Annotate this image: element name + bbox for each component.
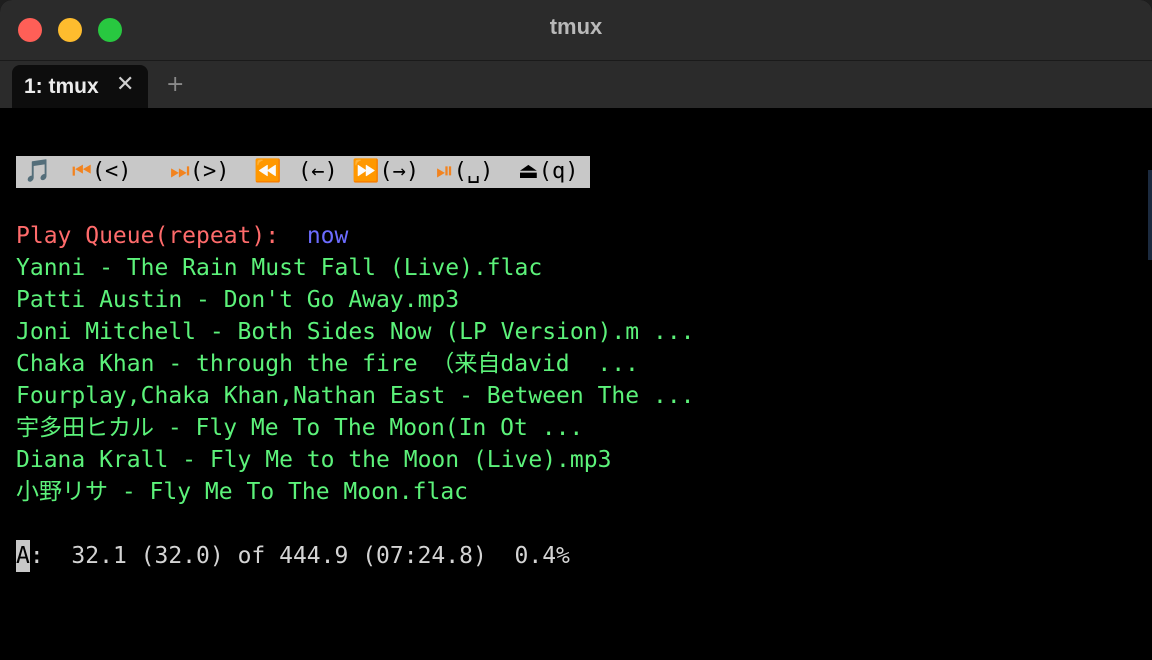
- new-tab-button[interactable]: +: [166, 73, 184, 97]
- tab-label: 1: tmux: [24, 75, 99, 98]
- next-track-icon: ⏭: [170, 159, 190, 184]
- eject-icon: ⏏: [518, 159, 539, 184]
- list-item: 宇多田ヒカル - Fly Me To The Moon(In Ot ...: [16, 415, 584, 441]
- queue-header: Play Queue(repeat): now: [16, 220, 348, 252]
- tab-bar: 1: tmux ✕ +: [0, 60, 1152, 109]
- rewind-control: ⏪: [254, 156, 281, 188]
- window-title: tmux: [549, 14, 603, 39]
- list-item: Fourplay,Chaka Khan,Nathan East - Betwee…: [16, 383, 695, 409]
- queue-now: now: [306, 223, 349, 249]
- list-item: Yanni - The Rain Must Fall (Live).flac: [16, 255, 543, 281]
- playback-status-text: : 32.1 (32.0) of 444.9 (07:24.8) 0.4%: [29, 543, 570, 569]
- fast-forward-icon: ⏩: [352, 159, 380, 184]
- music-note-icon: 🎵: [24, 159, 52, 184]
- list-item: Diana Krall - Fly Me to the Moon (Live).…: [16, 447, 612, 473]
- next-track-control: ⏭(>): [170, 156, 230, 188]
- list-item: 小野リサ - Fly Me To The Moon.flac: [16, 479, 469, 505]
- terminal-content[interactable]: 🎵 ⏮(<) ⏭(>) ⏪ (←) ⏩(→) ⏯(␣) ⏏(q) Play Qu…: [0, 108, 1152, 660]
- player-controls-bar: 🎵 ⏮(<) ⏭(>) ⏪ (←) ⏩(→) ⏯(␣) ⏏(q): [16, 156, 590, 188]
- eject-control: ⏏(q): [518, 156, 579, 188]
- list-item: Chaka Khan - through the fire （来自david .…: [16, 351, 639, 377]
- queue-label: Play Queue(repeat):: [16, 223, 280, 249]
- previous-track-icon: ⏮: [72, 159, 92, 184]
- rewind-key: (←): [298, 159, 338, 184]
- terminal-window: tmux 1: tmux ✕ + 🎵 ⏮(<) ⏭(>) ⏪ (←) ⏩(→) …: [0, 0, 1152, 660]
- window-edge-highlight: [1148, 170, 1152, 260]
- list-item: Patti Austin - Don't Go Away.mp3: [16, 287, 460, 313]
- close-icon[interactable]: ✕: [116, 73, 134, 97]
- title-bar[interactable]: tmux: [0, 0, 1152, 60]
- fast-forward-control: ⏩(→): [352, 156, 419, 188]
- play-pause-control: ⏯(␣): [436, 156, 493, 188]
- rewind-icon: ⏪: [254, 159, 282, 184]
- list-item: Joni Mitchell - Both Sides Now (LP Versi…: [16, 319, 695, 345]
- playback-status-line: A: 32.1 (32.0) of 444.9 (07:24.8) 0.4%: [16, 540, 570, 572]
- tab-1-tmux[interactable]: 1: tmux ✕: [12, 65, 148, 109]
- previous-track-control: ⏮(<): [72, 156, 132, 188]
- terminal-cursor: A: [16, 540, 30, 572]
- play-pause-icon: ⏯: [436, 159, 454, 184]
